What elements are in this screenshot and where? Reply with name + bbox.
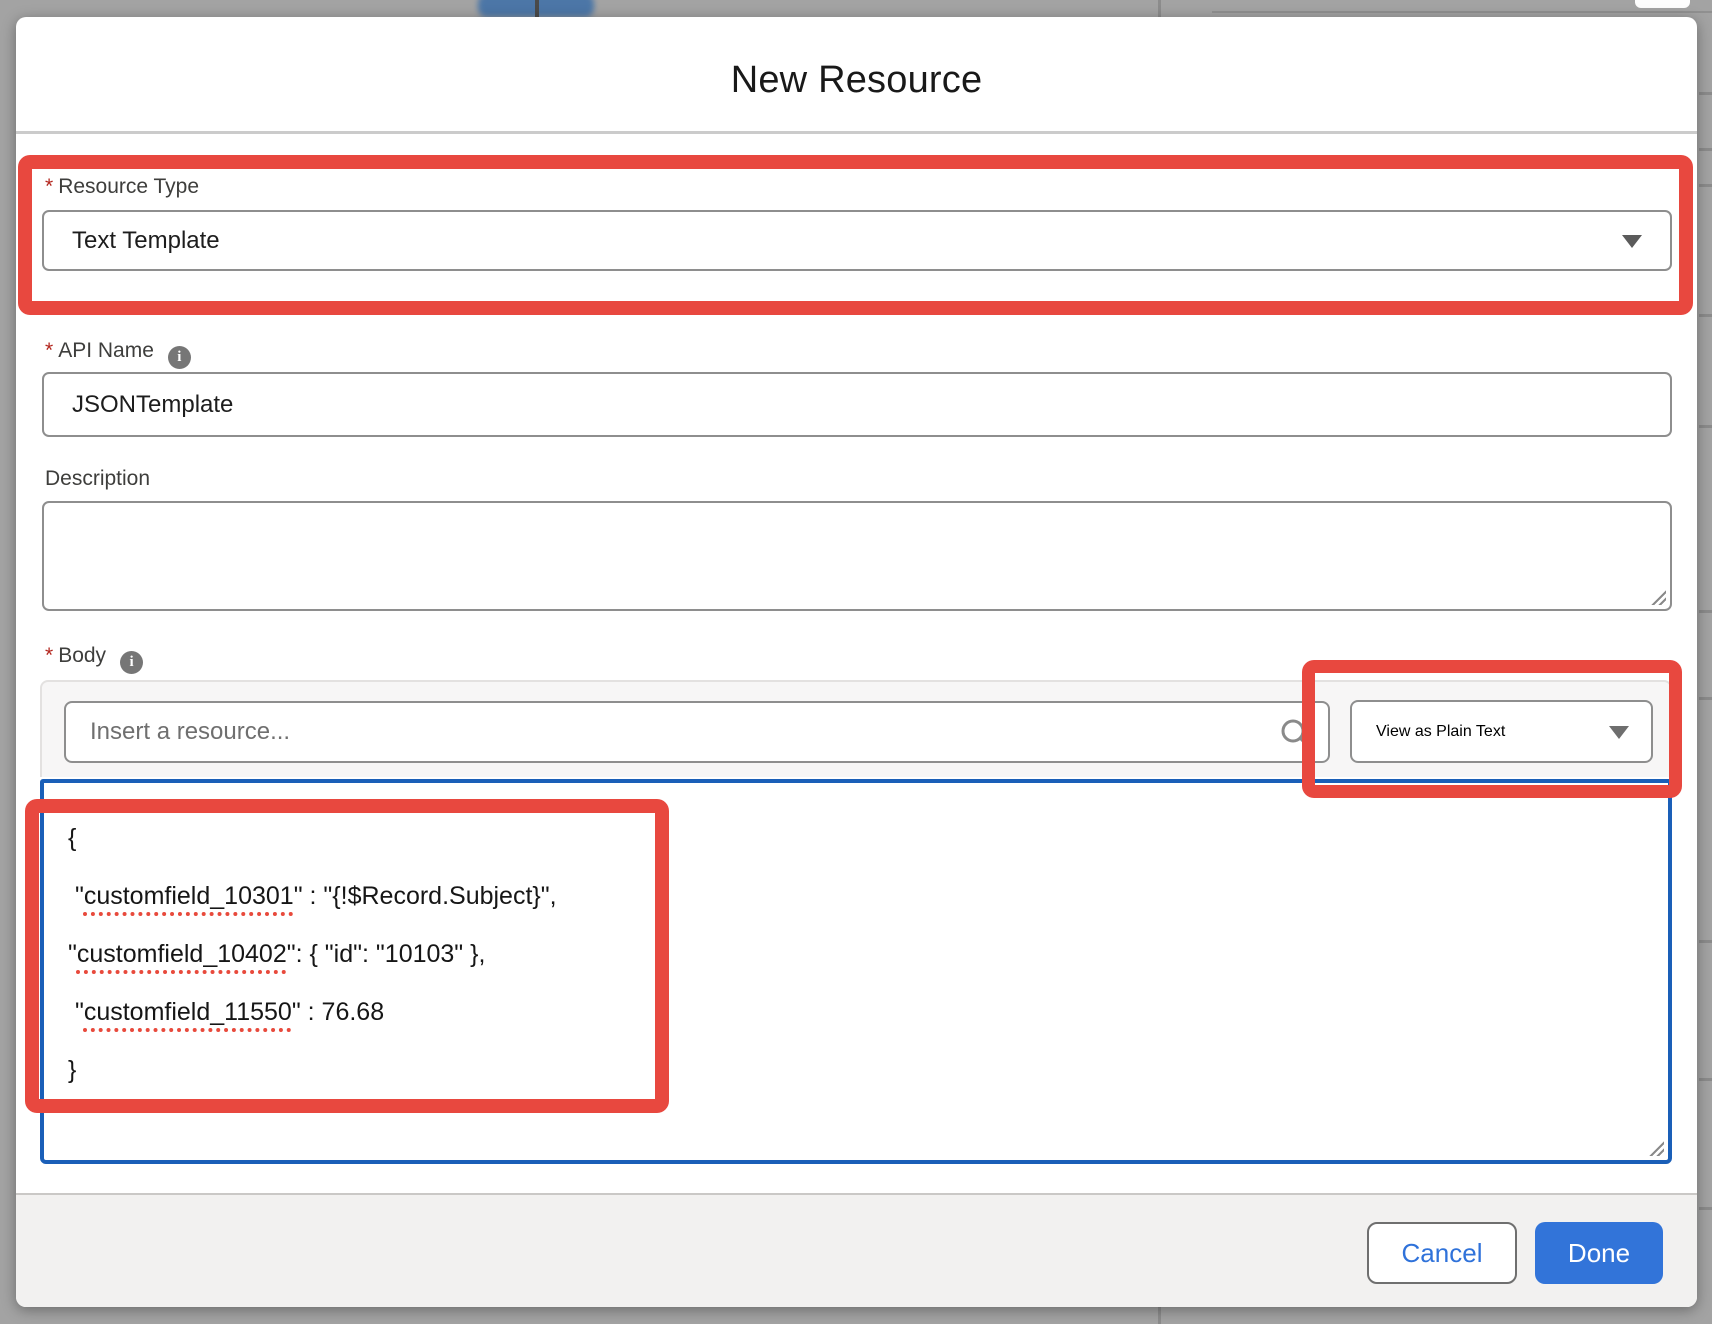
background-panel-row-line: [1699, 425, 1712, 428]
view-mode-dropdown[interactable]: View as Plain Text: [1350, 700, 1653, 763]
resource-type-label: *Resource Type: [45, 175, 199, 199]
resize-handle-icon[interactable]: [1646, 1141, 1664, 1156]
background-panel-row-line: [1699, 92, 1712, 95]
search-placeholder: Insert a resource...: [90, 718, 290, 746]
body-editor-toolbar: Insert a resource... View as Plain Text: [40, 680, 1672, 777]
modal-footer: Cancel Done: [16, 1193, 1697, 1307]
info-icon[interactable]: i: [168, 346, 191, 369]
api-name-input[interactable]: JSONTemplate: [42, 372, 1672, 437]
resize-handle-icon[interactable]: [1648, 590, 1666, 605]
body-textarea[interactable]: { "customfield_10301" : "{!$Record.Subje…: [40, 779, 1672, 1164]
chevron-down-icon: [1609, 726, 1629, 739]
done-button[interactable]: Done: [1535, 1222, 1663, 1284]
description-label: Description: [45, 467, 150, 491]
chevron-down-icon: [1622, 235, 1642, 248]
body-editor-content: { "customfield_10301" : "{!$Record.Subje…: [44, 783, 1668, 1099]
background-panel-row-line: [1699, 1078, 1712, 1081]
api-name-value: JSONTemplate: [72, 391, 233, 419]
background-toolbar-button: [1635, 0, 1690, 8]
view-mode-value: View as Plain Text: [1376, 723, 1505, 741]
cancel-button[interactable]: Cancel: [1367, 1222, 1517, 1284]
header-divider: [16, 131, 1697, 134]
page-title: New Resource: [16, 59, 1697, 102]
background-flow-connector: [535, 0, 539, 18]
required-asterisk: *: [45, 339, 53, 362]
background-panel-row-line: [1699, 1207, 1712, 1210]
background-panel-edge: [1212, 11, 1712, 13]
background-panel-divider-bottom: [1158, 1307, 1161, 1324]
required-asterisk: *: [45, 175, 53, 198]
new-resource-modal: New Resource *Resource Type Text Templat…: [16, 17, 1697, 1307]
background-panel-row-line: [1699, 610, 1712, 613]
description-textarea[interactable]: [42, 501, 1672, 611]
background-panel-row-line: [1699, 184, 1712, 187]
background-panel-row-line: [1699, 697, 1712, 700]
resource-type-select[interactable]: Text Template: [42, 210, 1672, 271]
body-label: *Bodyi: [45, 644, 143, 674]
screen: New Resource *Resource Type Text Templat…: [0, 0, 1712, 1324]
required-asterisk: *: [45, 644, 53, 667]
resource-type-value: Text Template: [72, 227, 220, 255]
search-icon: [1280, 718, 1310, 748]
api-name-label: *API Namei: [45, 339, 191, 369]
insert-resource-search-input[interactable]: Insert a resource...: [64, 701, 1330, 763]
background-panel-row-line: [1699, 314, 1712, 317]
background-panel-row-line: [1699, 940, 1712, 943]
info-icon[interactable]: i: [120, 651, 143, 674]
background-panel-divider-top: [1158, 0, 1161, 18]
background-panel-row-line: [1699, 148, 1712, 151]
